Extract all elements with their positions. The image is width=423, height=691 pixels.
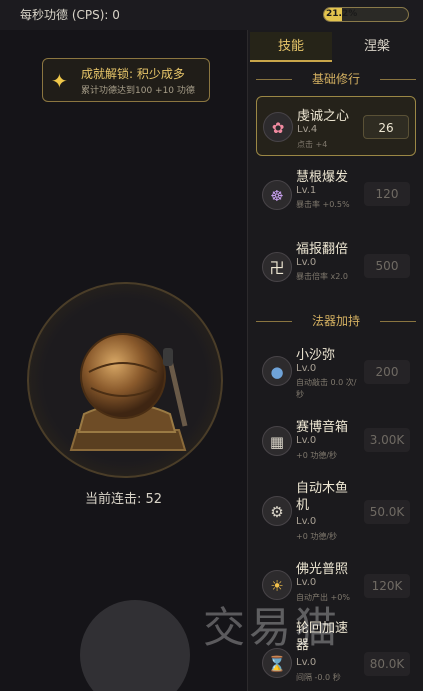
drum-panel: ✦ 成就解锁: 积少成多 累计功德达到100 +10 功德 当前连击: 52 [0,30,247,691]
watermark-cat-icon [80,600,190,691]
artifact-buy-button[interactable]: 50.0K [364,500,410,524]
skill-card-devotion[interactable]: ✿ 虔诚之心 Lv.4 点击 +4 26 [256,96,416,156]
artifact-desc: +0 功德/秒 [296,532,338,541]
progress-bar: 21.2% [323,7,409,22]
artifact-level: Lv.0 [296,657,317,668]
artifact-buy-button[interactable]: 200 [364,360,410,384]
upgrade-panel: 技能 涅槃 基础修行 ✿ 虔诚之心 Lv.4 点击 +4 26 ☸ 慧根爆发 L… [247,30,423,691]
watermark-text: 交易猫 [203,603,342,652]
artifact-name: 小沙弥 [296,348,336,363]
tab-bar: 技能 涅槃 [248,30,423,62]
lotus-icon: ✿ [263,112,293,142]
achievement-desc: 累计功德达到100 +10 功德 [81,86,195,96]
progress-text: 21.2% [326,9,358,19]
skill-buy-button[interactable]: 26 [363,115,409,139]
artifact-card-speaker[interactable]: ▦ 赛博音箱 Lv.0 +0 功德/秒 3.00K [256,410,416,474]
skill-level: Lv.4 [297,124,318,135]
artifact-buy-button[interactable]: 80.0K [364,652,410,676]
skill-name: 慧根爆发 [296,170,349,185]
monk-icon: ● [262,356,292,386]
artifact-level: Lv.0 [296,577,317,588]
dharma-wheel-icon: ☸ [262,180,292,210]
skill-buy-button[interactable]: 500 [364,254,410,278]
artifact-level: Lv.0 [296,363,317,374]
skill-desc: 暴击率 +0.5% [296,200,350,209]
artifact-desc: 自动敲击 0.0 次/秒 [296,378,357,399]
artifact-name: 自动木鱼机 [296,481,349,513]
artifact-level: Lv.0 [296,516,317,527]
artifact-card-auto-fish[interactable]: ⚙ 自动木鱼机 Lv.0 +0 功德/秒 50.0K [256,476,416,550]
swastika-icon: 卍 [262,252,292,282]
artifact-buy-button[interactable]: 3.00K [364,428,410,452]
skill-level: Lv.0 [296,257,317,268]
skill-level: Lv.1 [296,185,317,196]
artifact-desc: +0 功德/秒 [296,451,338,460]
section-artifacts-header: 法器加持 [256,312,416,330]
artifact-level: Lv.0 [296,435,317,446]
achievement-title: 成就解锁: 积少成多 [81,67,185,81]
cps-label: 每秒功德 (CPS): 0 [20,8,120,22]
drum-button[interactable] [27,282,223,478]
drum-icon [69,333,188,451]
tab-skills[interactable]: 技能 [250,32,332,62]
achievement-toast: ✦ 成就解锁: 积少成多 累计功德达到100 +10 功德 [42,58,210,102]
skill-buy-button[interactable]: 120 [364,182,410,206]
combo-counter: 当前连击: 52 [85,492,163,507]
skill-name: 虔诚之心 [297,109,350,124]
artifact-card-monk[interactable]: ● 小沙弥 Lv.0 自动敲击 0.0 次/秒 200 [256,338,416,406]
skill-desc: 点击 +4 [297,140,328,149]
artifact-name: 赛博音箱 [296,420,349,435]
artifact-name: 佛光普照 [296,562,349,577]
tab-nirvana[interactable]: 涅槃 [336,32,418,62]
artifact-buy-button[interactable]: 120K [364,574,410,598]
skill-card-fortune[interactable]: 卍 福报翻倍 Lv.0 暴击倍率 x2.0 500 [256,234,416,302]
artifact-desc: 间隔 -0.0 秒 [296,673,341,682]
skill-card-wisdom[interactable]: ☸ 慧根爆发 Lv.1 暴击率 +0.5% 120 [256,162,416,230]
section-basic-header: 基础修行 [256,70,416,88]
skill-desc: 暴击倍率 x2.0 [296,272,348,281]
speaker-icon: ▦ [262,426,292,456]
gear-icon: ⚙ [262,496,292,526]
top-bar: 每秒功德 (CPS): 0 21.2% [0,0,423,30]
skill-name: 福报翻倍 [296,242,349,257]
sparkle-icon: ✦ [51,69,68,93]
